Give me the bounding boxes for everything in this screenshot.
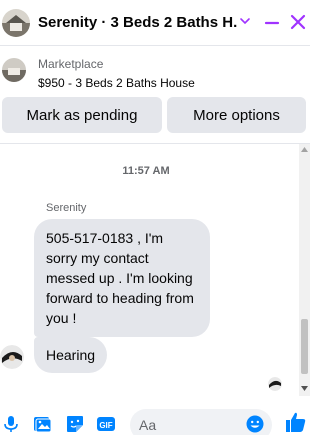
message-composer: GIF Aa xyxy=(0,396,310,435)
mark-as-pending-button[interactable]: Mark as pending xyxy=(2,97,162,133)
close-icon[interactable] xyxy=(289,13,307,31)
contact-avatar[interactable] xyxy=(2,9,30,37)
sender-name: Serenity xyxy=(46,202,87,214)
image-icon[interactable] xyxy=(32,414,52,434)
marketplace-listing[interactable]: Marketplace $950 - 3 Beds 2 Baths House xyxy=(0,46,310,96)
message-bubble[interactable]: Hearing xyxy=(34,337,108,373)
more-options-button[interactable]: More options xyxy=(167,97,306,133)
seen-indicator-avatar xyxy=(268,377,282,391)
minimize-icon[interactable] xyxy=(263,14,281,32)
scrollbar-thumb[interactable] xyxy=(301,319,308,374)
listing-thumbnail xyxy=(2,58,26,82)
message-timestamp: 11:57 AM xyxy=(122,165,170,177)
emoji-icon[interactable] xyxy=(246,415,264,433)
message-thread: 11:57 AM Serenity 505-517-0183 , I'm sor… xyxy=(0,144,310,396)
scroll-up-icon[interactable] xyxy=(301,147,308,152)
like-icon[interactable] xyxy=(284,410,308,434)
scrollbar[interactable] xyxy=(299,144,310,396)
message-bubble[interactable]: 505-517-0183 , I'm sorry my contact mess… xyxy=(34,219,210,337)
marketplace-label: Marketplace xyxy=(38,57,104,71)
chevron-down-icon[interactable] xyxy=(238,14,252,28)
sender-avatar[interactable] xyxy=(0,345,24,369)
chat-title[interactable]: Serenity · 3 Beds 2 Baths H... xyxy=(38,14,238,31)
sticker-icon[interactable] xyxy=(65,414,85,434)
svg-text:GIF: GIF xyxy=(99,421,112,430)
microphone-icon[interactable] xyxy=(1,414,21,434)
listing-description: $950 - 3 Beds 2 Baths House xyxy=(38,76,195,90)
scroll-down-icon[interactable] xyxy=(301,386,308,391)
gif-icon[interactable]: GIF xyxy=(96,414,116,434)
chat-header: Serenity · 3 Beds 2 Baths H... xyxy=(0,0,310,46)
